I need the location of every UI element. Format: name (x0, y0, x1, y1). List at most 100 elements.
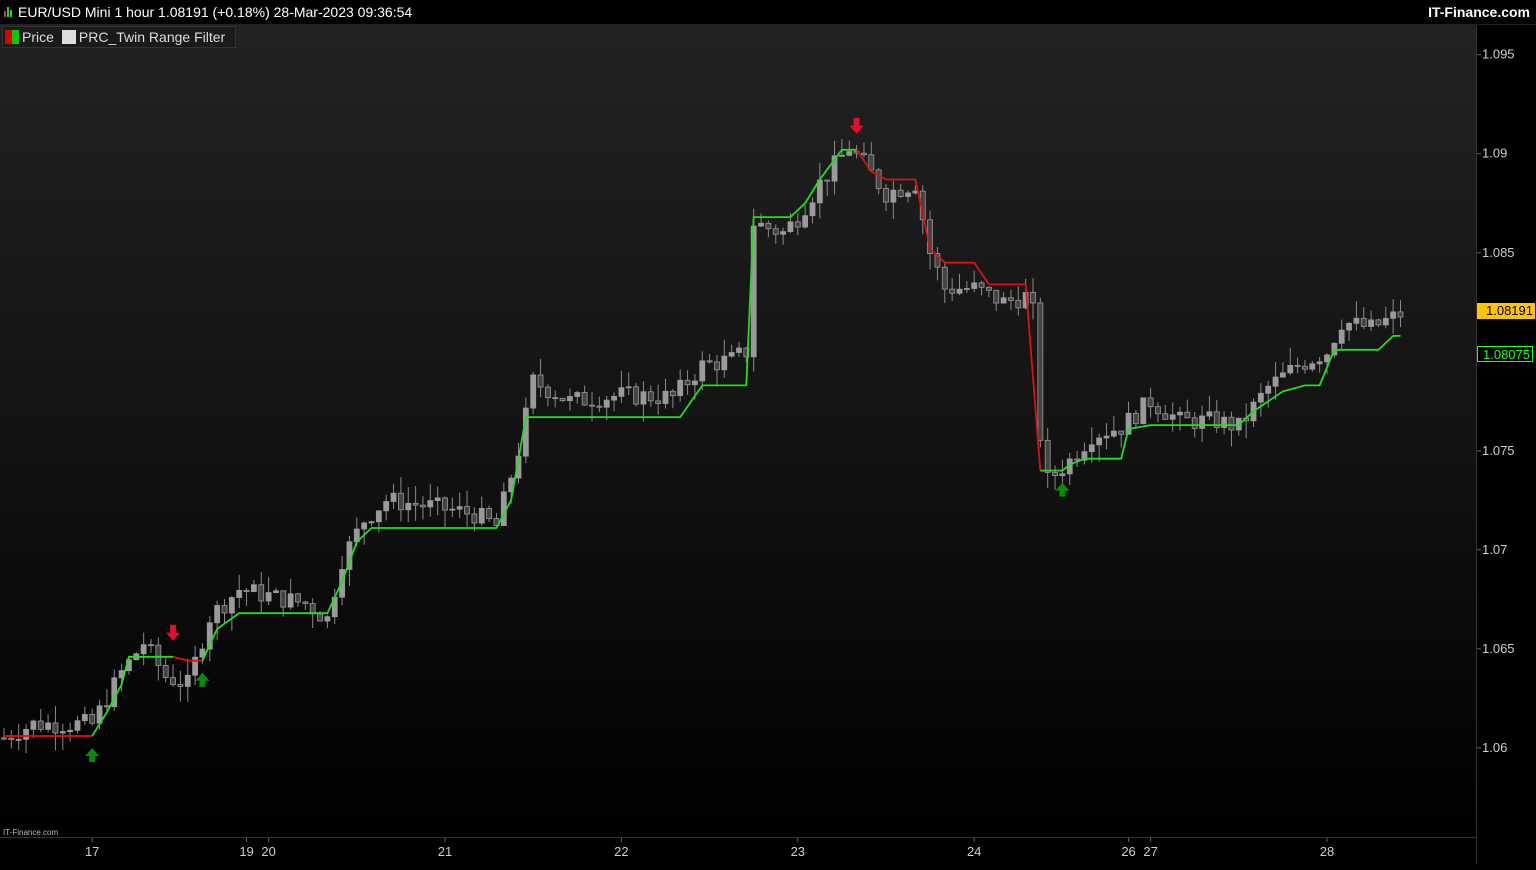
candle (640, 381, 647, 422)
candle (669, 388, 676, 409)
candle (831, 140, 838, 195)
candle (1390, 299, 1397, 334)
candle (1272, 362, 1279, 400)
brand-label: IT-Finance.com (1428, 4, 1530, 20)
sell-arrow-icon (849, 117, 864, 134)
candle (420, 496, 426, 520)
price-axis-svg: 1.061.0651.071.0751.081.0851.091.095 (1477, 47, 1515, 755)
chart-title: EUR/USD Mini 1 hour 1.08191 (+0.18%) 28-… (18, 4, 413, 20)
candle (1213, 399, 1220, 433)
candle (1177, 406, 1183, 431)
candle (1309, 360, 1316, 372)
candle (184, 658, 191, 702)
candle (1000, 292, 1007, 304)
candle (1, 727, 7, 741)
candle (140, 632, 147, 666)
price-axis[interactable]: 1.061.0651.071.0751.081.0851.091.095 (1476, 25, 1536, 864)
filter-line (4, 148, 1401, 737)
candle (177, 670, 184, 702)
candle (397, 477, 404, 522)
candle (824, 179, 831, 197)
buy-arrow-icon (1055, 482, 1070, 497)
buy-arrow-icon (85, 747, 100, 762)
candle (162, 657, 169, 683)
candle (206, 615, 213, 662)
candle (37, 709, 44, 733)
candle (228, 595, 235, 631)
candle (1052, 465, 1058, 490)
candle (148, 638, 154, 653)
candle (449, 497, 456, 518)
candle (1118, 430, 1125, 448)
candle (780, 227, 786, 245)
y-tick-label: 1.085 (1482, 245, 1515, 260)
y-tick-label: 1.06 (1482, 740, 1507, 755)
candle (302, 600, 309, 610)
candle (736, 341, 742, 357)
time-axis-svg: 17 19 20 21 22 23 24 26 27 28 (85, 838, 1334, 859)
candle (574, 390, 581, 404)
candle (868, 142, 875, 171)
candle (273, 587, 279, 594)
candle (1088, 427, 1095, 463)
x-tick-label: 20 (261, 844, 275, 859)
candle (236, 574, 243, 609)
candle (368, 520, 375, 527)
filter-segment-up (91, 655, 173, 737)
candle (1368, 310, 1374, 331)
candle (1228, 411, 1235, 447)
candle (971, 270, 978, 293)
filter-value-label: 1.08075 (1477, 346, 1533, 362)
candle (655, 384, 662, 415)
candle (530, 371, 537, 415)
candle (684, 370, 691, 395)
candle (647, 385, 654, 407)
candle (706, 353, 713, 364)
time-axis[interactable]: 17 19 20 21 22 23 24 26 27 28 (0, 837, 1476, 865)
filter-swatch-icon (61, 30, 76, 44)
candle (464, 490, 470, 527)
candle (442, 496, 448, 528)
legend-label-filter: PRC_Twin Range Filter (78, 28, 226, 45)
candle (1074, 450, 1080, 467)
candle (1140, 397, 1147, 425)
candle (1346, 321, 1352, 341)
candle (1008, 289, 1014, 311)
candle (1199, 405, 1205, 443)
candle (1066, 452, 1073, 486)
candle (1015, 286, 1022, 316)
candle (8, 730, 15, 749)
candle (993, 289, 1000, 312)
y-tick-label: 1.07 (1482, 542, 1507, 557)
candle (934, 247, 941, 281)
legend-item-filter[interactable]: PRC_Twin Range Filter (60, 28, 225, 47)
candle (1059, 459, 1066, 486)
candle (1081, 442, 1088, 465)
candle (500, 482, 507, 527)
candle (1353, 301, 1360, 331)
candle (897, 183, 904, 198)
candle (728, 344, 735, 358)
candle (45, 714, 51, 733)
chart-svg[interactable] (0, 25, 1476, 837)
candle (434, 486, 441, 516)
chart-plot-area[interactable] (0, 25, 1476, 837)
candle (714, 355, 720, 387)
candle (941, 262, 948, 304)
legend-item-price[interactable]: Price (3, 28, 54, 47)
candle (81, 706, 88, 725)
x-tick-label: 27 (1143, 844, 1157, 859)
candle (545, 384, 551, 407)
candle (721, 339, 728, 378)
candle (405, 487, 412, 522)
candle (633, 383, 639, 407)
candle (772, 224, 779, 244)
candle (1338, 319, 1345, 350)
candle (802, 204, 809, 229)
candle (221, 599, 228, 624)
candle (23, 724, 29, 754)
x-tick-label: 22 (614, 844, 628, 859)
candle (250, 580, 257, 593)
price-swatch-icon (5, 30, 19, 44)
candle (662, 378, 669, 409)
